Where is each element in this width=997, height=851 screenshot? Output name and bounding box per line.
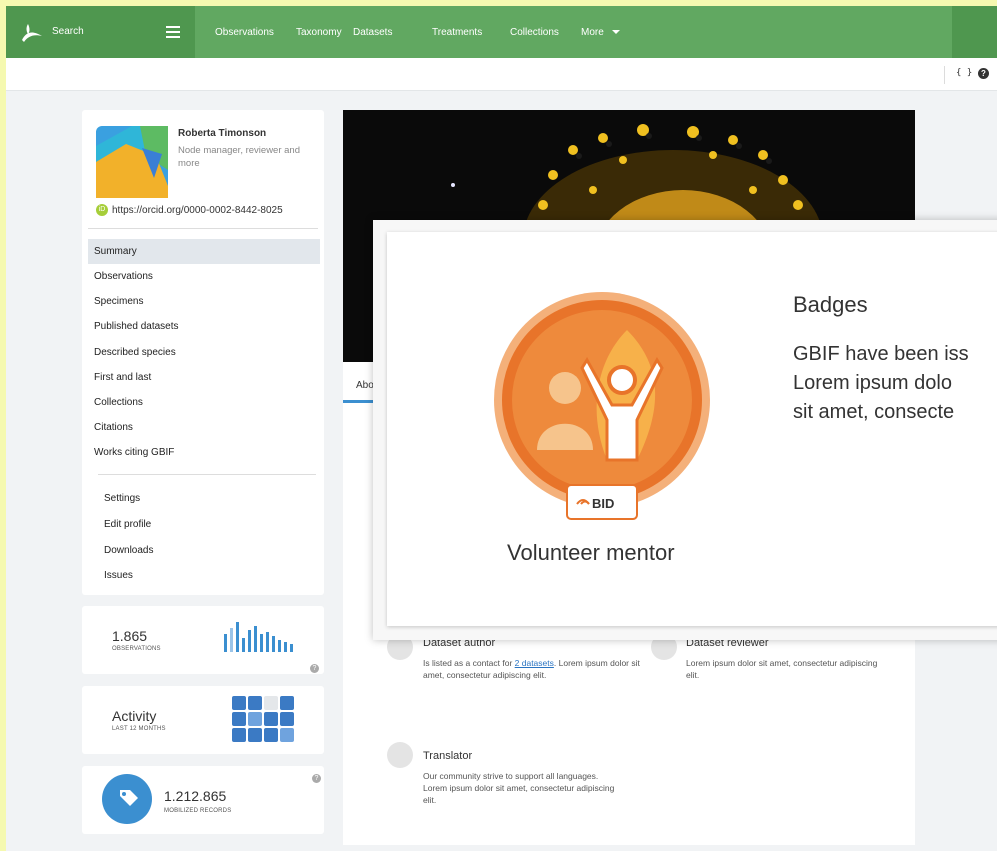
nav-observations[interactable]: Observations xyxy=(215,27,274,38)
profile-role: Node manager, reviewer and more xyxy=(178,145,300,169)
badges-description: GBIF have been iss Lorem ipsum dolo sit … xyxy=(793,340,997,427)
volunteer-mentor-badge-icon[interactable]: BID xyxy=(487,290,717,520)
badge-tag-label: BID xyxy=(592,496,614,511)
menu-published-datasets[interactable]: Published datasets xyxy=(88,314,320,339)
feature-translator-text: Our community strive to support all lang… xyxy=(423,771,615,805)
feature-dataset-author: Dataset author Is listed as a contact fo… xyxy=(423,637,643,681)
profile-name: Roberta Timonson xyxy=(178,128,267,139)
app-frame: Search Observations Taxonomy Datasets Tr… xyxy=(6,6,997,851)
menu-observations-label: Observations xyxy=(94,271,153,282)
menu-described-species-label: Described species xyxy=(94,347,176,358)
nav-taxonomy[interactable]: Taxonomy xyxy=(296,27,342,38)
menu-downloads[interactable]: Downloads xyxy=(88,538,320,563)
menu-citations-label: Citations xyxy=(94,422,133,433)
observations-stat-card[interactable]: 1.865 OBSERVATIONS ? xyxy=(82,606,324,674)
orcid-icon: iD xyxy=(96,204,108,216)
feature-translator: Translator Our community strive to suppo… xyxy=(423,750,623,806)
gbif-logo-icon[interactable] xyxy=(20,20,44,44)
observations-count: 1.865 xyxy=(112,628,148,644)
activity-title: Activity xyxy=(112,708,157,724)
nav-datasets[interactable]: Datasets xyxy=(353,27,392,38)
menu-first-and-last-label: First and last xyxy=(94,372,152,383)
menu-issues-label: Issues xyxy=(104,570,133,581)
menu-edit-profile-label: Edit profile xyxy=(104,519,152,530)
orcid-link[interactable]: iD https://orcid.org/0000-0002-8442-8025 xyxy=(96,204,283,216)
mobilized-label: MOBILIZED RECORDS xyxy=(164,808,232,814)
profile-card: Roberta Timonson Node manager, reviewer … xyxy=(82,110,324,595)
activity-stat-card[interactable]: Activity LAST 12 MONTHS xyxy=(82,686,324,754)
nav-collections[interactable]: Collections xyxy=(510,27,559,38)
menu-observations[interactable]: Observations xyxy=(88,264,320,289)
orcid-url[interactable]: https://orcid.org/0000-0002-8442-8025 xyxy=(112,205,283,216)
activity-heatmap xyxy=(232,696,294,742)
observations-help-icon[interactable]: ? xyxy=(310,664,319,673)
feature-text-part: Is listed as a contact for xyxy=(423,658,515,668)
menu-works-citing-gbif[interactable]: Works citing GBIF xyxy=(88,440,320,465)
menu-issues[interactable]: Issues xyxy=(88,563,320,588)
feature-dataset-author-text: Is listed as a contact for 2 datasets. L… xyxy=(423,657,643,681)
mobilized-stat-card[interactable]: 1.212.865 MOBILIZED RECORDS ? xyxy=(82,766,324,834)
nav-right-block xyxy=(952,6,997,58)
badge-overlay: BID Volunteer mentor Badges GBIF have be… xyxy=(373,220,997,640)
badges-line: sit amet, consecte xyxy=(793,401,955,423)
avatar[interactable] xyxy=(96,126,168,198)
menu-summary-label: Summary xyxy=(94,246,137,257)
menu-collections-label: Collections xyxy=(94,397,143,408)
profile-divider xyxy=(88,228,318,229)
code-icon[interactable]: { } xyxy=(956,68,972,78)
menu-specimens-label: Specimens xyxy=(94,296,144,307)
menu-divider xyxy=(98,474,316,475)
feature-dataset-reviewer-text: Lorem ipsum dolor sit amet, consectetur … xyxy=(686,658,878,680)
search-label[interactable]: Search xyxy=(52,26,84,37)
feature-dataset-reviewer: Dataset reviewer Lorem ipsum dolor sit a… xyxy=(686,637,886,681)
menu-summary[interactable]: Summary xyxy=(88,239,320,264)
menu-described-species[interactable]: Described species xyxy=(88,340,320,365)
translator-icon xyxy=(387,742,413,768)
observations-sparkline xyxy=(224,622,293,652)
sub-toolbar: { } ? xyxy=(6,58,997,91)
chevron-down-icon xyxy=(611,30,620,34)
menu-downloads-label: Downloads xyxy=(104,545,154,556)
feature-translator-title: Translator xyxy=(423,750,473,762)
toolbar-divider xyxy=(944,66,945,84)
tag-icon xyxy=(102,774,152,824)
help-icon[interactable]: ? xyxy=(978,68,989,79)
menu-published-datasets-label: Published datasets xyxy=(94,321,179,332)
top-navbar: Search Observations Taxonomy Datasets Tr… xyxy=(6,6,997,58)
badge-card: BID Volunteer mentor Badges GBIF have be… xyxy=(387,232,997,626)
badges-line: Lorem ipsum dolo xyxy=(793,372,952,394)
nav-treatments[interactable]: Treatments xyxy=(432,27,482,38)
hamburger-icon[interactable] xyxy=(166,26,180,38)
badge-title: Volunteer mentor xyxy=(507,540,675,565)
search-block[interactable]: Search xyxy=(6,6,195,58)
menu-collections[interactable]: Collections xyxy=(88,390,320,415)
menu-works-citing-gbif-label: Works citing GBIF xyxy=(94,447,175,458)
nav-more-label: More xyxy=(581,27,604,38)
mobilized-count: 1.212.865 xyxy=(164,788,227,804)
menu-citations[interactable]: Citations xyxy=(88,415,320,440)
menu-edit-profile[interactable]: Edit profile xyxy=(88,512,320,537)
menu-first-and-last[interactable]: First and last xyxy=(88,365,320,390)
mobilized-help-icon[interactable]: ? xyxy=(312,774,321,783)
tab-about[interactable]: Abo xyxy=(356,380,374,391)
badges-line: GBIF have been iss xyxy=(793,343,969,365)
badges-heading: Badges xyxy=(793,292,868,317)
observations-label: OBSERVATIONS xyxy=(112,646,161,652)
menu-settings-label: Settings xyxy=(104,493,141,504)
menu-settings[interactable]: Settings xyxy=(88,486,320,511)
activity-label: LAST 12 MONTHS xyxy=(112,726,166,732)
tab-active-indicator xyxy=(343,400,373,403)
datasets-link[interactable]: 2 datasets xyxy=(515,658,554,668)
menu-specimens[interactable]: Specimens xyxy=(88,289,320,314)
nav-more[interactable]: More xyxy=(581,27,620,38)
